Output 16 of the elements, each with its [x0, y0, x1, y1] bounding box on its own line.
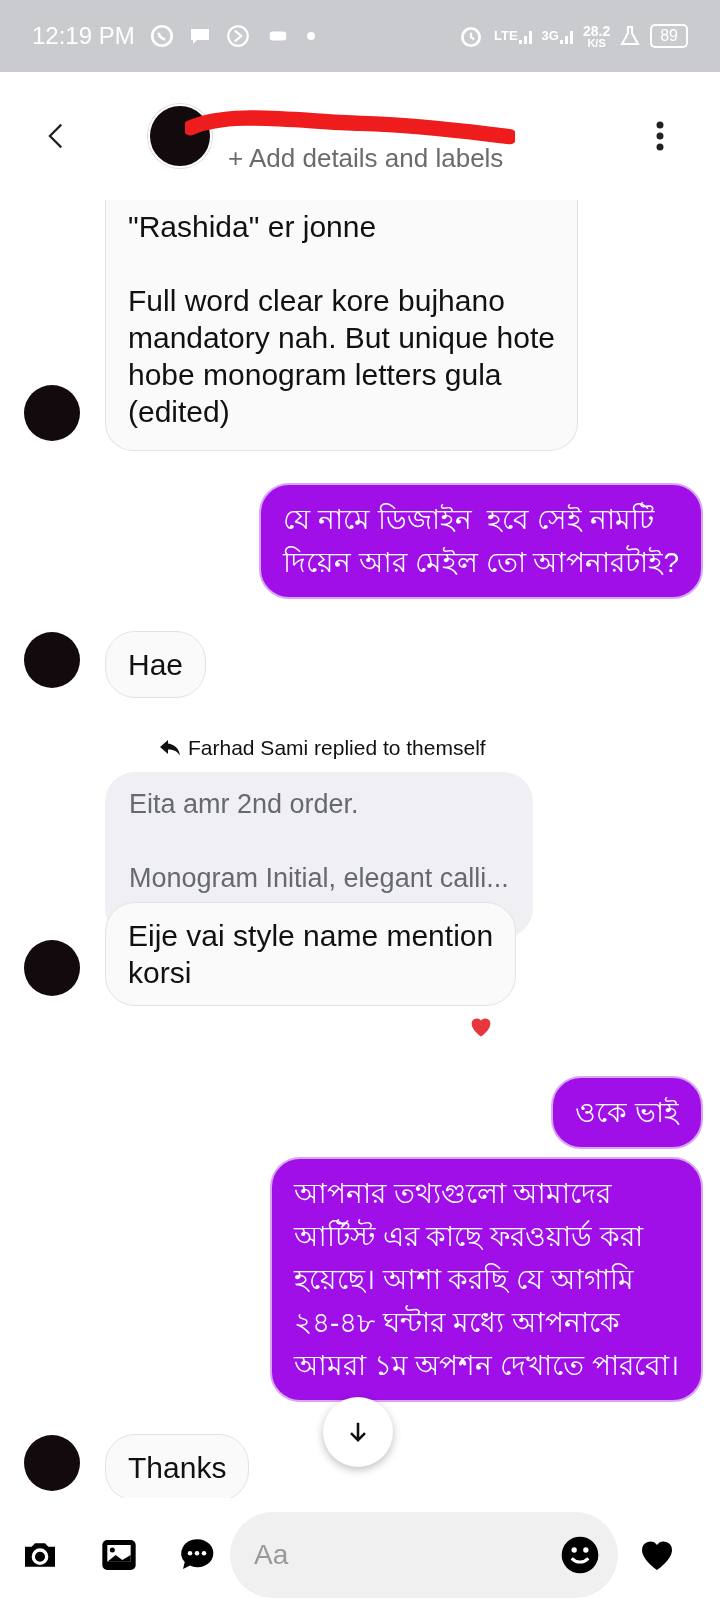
message-bubble: Thanks — [105, 1433, 250, 1498]
more-options-icon[interactable] — [656, 121, 664, 151]
add-details-link[interactable]: + Add details and labels — [228, 138, 504, 178]
message-bubble: "Rashida" er jonne Full word clear kore bujhano mandatory nah. But unique hote hobe monogram letters gula (edited) — [105, 200, 578, 451]
message-composer[interactable]: Aa — [230, 1511, 618, 1598]
message-bubble: যে নামে ডিজাইন হবে সেই নামটি দিয়েন আর মেইল তো আপনারটাই? — [259, 483, 703, 599]
message-input-field[interactable]: Aa — [254, 1533, 560, 1576]
message-bubble: Eije vai style name mention korsi — [105, 901, 517, 1006]
message-bubble: ওকে ভাই — [551, 1075, 703, 1149]
emoji-icon[interactable] — [560, 1534, 600, 1575]
phone-chat-icon — [148, 23, 175, 49]
scroll-down-button[interactable] — [323, 1397, 393, 1467]
message-bubble: Hae — [105, 631, 207, 698]
contact-avatar[interactable] — [148, 104, 212, 168]
reply-label: Farhad Sami replied to themself — [188, 735, 486, 761]
message-bubble: আপনার তথ্যগুলো আমাদের আর্টিস্ট এর কাছে ফরওয়ার্ড করা হয়েছে। আশা করছি যে আগামি ২৪-৪৮ ঘন্টার মধ্যে আপনাকে আমরা ১ম অপশন দেখাতে পারবো। — [269, 1156, 703, 1402]
